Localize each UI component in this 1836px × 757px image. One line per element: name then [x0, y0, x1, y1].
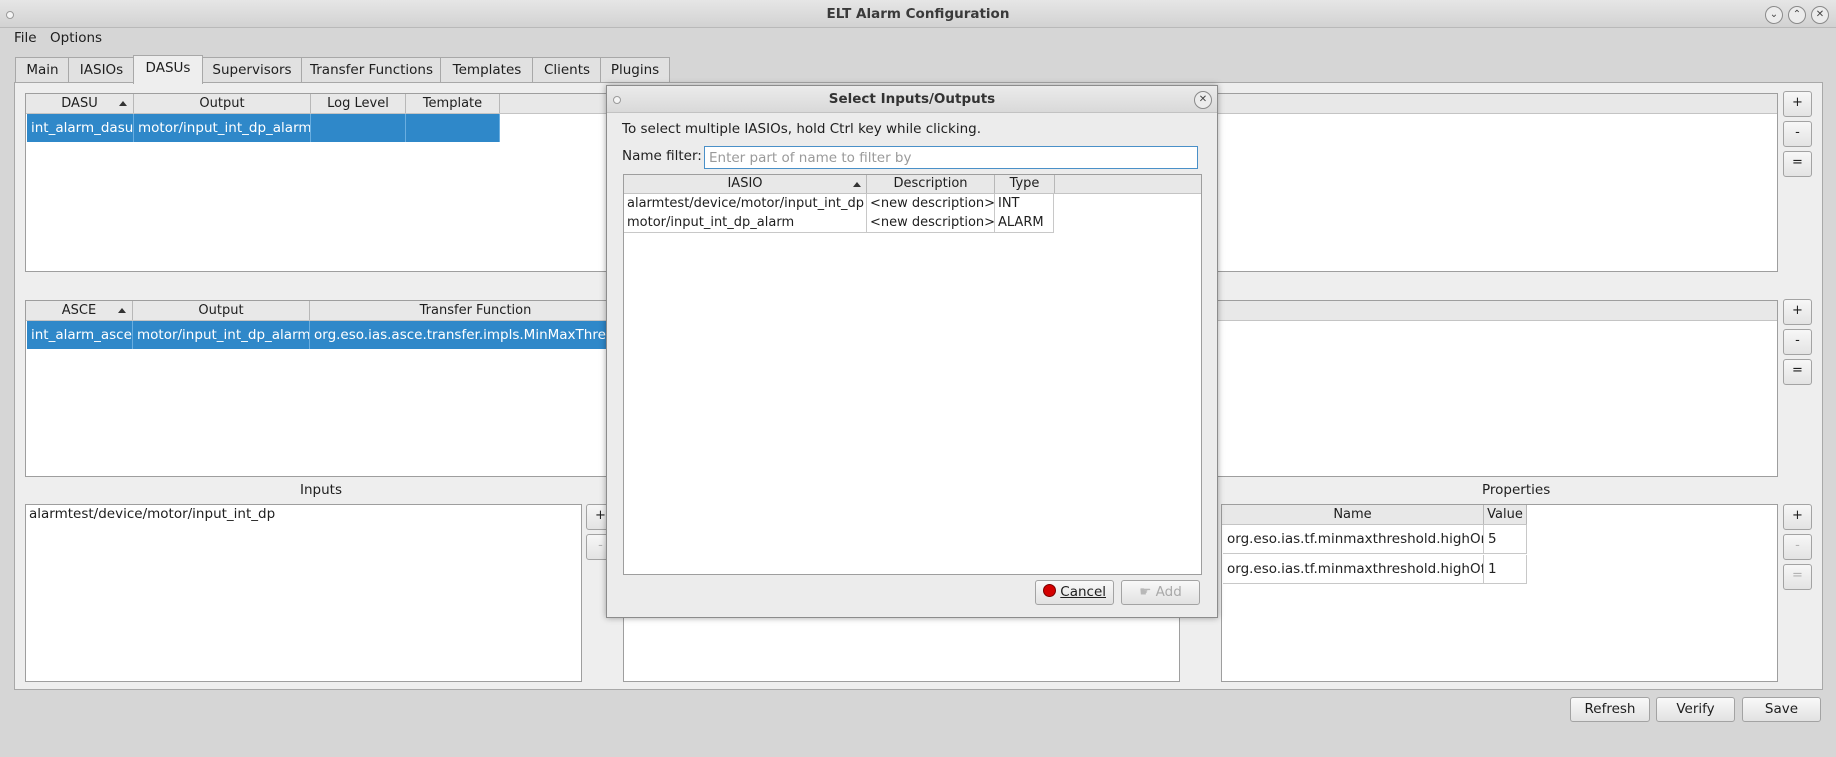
- table-row[interactable]: alarmtest/device/motor/input_int_dp <new…: [624, 194, 1054, 214]
- table-row[interactable]: int_alarm_dasu motor/input_int_dp_alarm: [27, 114, 500, 142]
- cancel-icon: [1042, 584, 1056, 597]
- col-header-output[interactable]: Output: [133, 301, 310, 320]
- edit-dasu-button[interactable]: =: [1783, 151, 1812, 177]
- edit-asce-button[interactable]: =: [1783, 359, 1812, 385]
- select-inputs-dialog: Select Inputs/Outputs ✕ To select multip…: [606, 85, 1218, 618]
- tab-clients[interactable]: Clients: [532, 57, 602, 83]
- sort-asc-icon: [118, 308, 126, 313]
- iasio-table-header: IASIO Description Type: [624, 175, 1201, 194]
- cell-dasu: int_alarm_dasu: [27, 114, 134, 142]
- dialog-title: Select Inputs/Outputs: [828, 91, 996, 107]
- property-name: org.eso.ias.tf.minmaxthreshold.highOff: [1223, 555, 1484, 584]
- tab-supervisors[interactable]: Supervisors: [201, 57, 303, 83]
- close-window-icon[interactable]: ✕: [1811, 6, 1829, 24]
- sort-asc-icon: [119, 101, 127, 106]
- inputs-list[interactable]: alarmtest/device/motor/input_int_dp: [25, 504, 582, 682]
- add-button[interactable]: ☛ Add: [1121, 580, 1200, 605]
- table-row[interactable]: motor/input_int_dp_alarm <new descriptio…: [624, 213, 1054, 233]
- add-asce-button[interactable]: +: [1783, 299, 1812, 325]
- col-header-output[interactable]: Output: [134, 94, 311, 113]
- cell-description: <new description>: [867, 194, 995, 213]
- table-row[interactable]: org.eso.ias.tf.minmaxthreshold.highOff 1: [1223, 555, 1527, 584]
- col-header-value[interactable]: Value: [1484, 505, 1527, 524]
- col-header-name[interactable]: Name: [1222, 505, 1484, 524]
- table-row[interactable]: org.eso.ias.tf.minmaxthreshold.highOn 5: [1223, 525, 1527, 554]
- table-row[interactable]: int_alarm_asce motor/input_int_dp_alarm …: [27, 321, 627, 349]
- sort-asc-icon: [853, 182, 861, 187]
- col-header-type[interactable]: Type: [995, 175, 1055, 193]
- menu-options[interactable]: Options: [50, 28, 102, 49]
- tab-dasus[interactable]: DASUs: [133, 55, 203, 84]
- tab-transfer-functions[interactable]: Transfer Functions: [301, 57, 442, 83]
- edit-property-button[interactable]: =: [1783, 564, 1812, 590]
- verify-button[interactable]: Verify: [1656, 697, 1735, 722]
- col-header-description[interactable]: Description: [867, 175, 995, 193]
- tab-iasios[interactable]: IASIOs: [68, 57, 135, 83]
- col-header-template[interactable]: Template: [406, 94, 500, 113]
- properties-table-header: Name Value: [1222, 505, 1527, 525]
- col-header-dasu[interactable]: DASU: [26, 94, 134, 113]
- refresh-button[interactable]: Refresh: [1570, 697, 1650, 722]
- cell-iasio: motor/input_int_dp_alarm: [624, 213, 867, 232]
- dialog-hint: To select multiple IASIOs, hold Ctrl key…: [622, 121, 982, 137]
- maximize-icon[interactable]: ⌃: [1788, 6, 1806, 24]
- menu-file[interactable]: File: [14, 28, 37, 49]
- cell-type: ALARM: [995, 213, 1054, 232]
- dialog-menu-dot-icon[interactable]: [613, 96, 621, 104]
- menu-bar: File Options: [0, 28, 1836, 49]
- iasio-table[interactable]: IASIO Description Type alarmtest/device/…: [623, 174, 1202, 575]
- property-name: org.eso.ias.tf.minmaxthreshold.highOn: [1223, 525, 1484, 554]
- cell-asce: int_alarm_asce: [27, 321, 133, 349]
- property-value: 1: [1484, 555, 1527, 584]
- cell-description: <new description>: [867, 213, 995, 232]
- minimize-icon[interactable]: ⌄: [1765, 6, 1783, 24]
- col-header-log-level[interactable]: Log Level: [311, 94, 406, 113]
- cell-transfer-function: org.eso.ias.asce.transfer.impls.MinMaxTh…: [314, 327, 627, 343]
- inputs-label: Inputs: [300, 482, 342, 498]
- tab-plugins[interactable]: Plugins: [600, 57, 670, 83]
- name-filter-input[interactable]: [704, 146, 1198, 169]
- cell-output: motor/input_int_dp_alarm: [134, 114, 311, 142]
- list-item[interactable]: alarmtest/device/motor/input_int_dp: [29, 506, 275, 522]
- cancel-button[interactable]: Cancel: [1035, 580, 1114, 605]
- col-header-iasio[interactable]: IASIO: [624, 175, 867, 193]
- save-button[interactable]: Save: [1742, 697, 1821, 722]
- add-dasu-button[interactable]: +: [1783, 91, 1812, 117]
- close-dialog-icon[interactable]: ✕: [1194, 91, 1212, 109]
- filter-label: Name filter:: [622, 148, 702, 164]
- remove-property-button[interactable]: -: [1783, 534, 1812, 560]
- window-title: ELT Alarm Configuration: [826, 6, 1010, 22]
- properties-table[interactable]: Name Value org.eso.ias.tf.minmaxthreshol…: [1221, 504, 1778, 682]
- remove-asce-button[interactable]: -: [1783, 329, 1812, 355]
- col-header-asce[interactable]: ASCE: [26, 301, 133, 320]
- add-hand-icon: ☛: [1139, 584, 1152, 600]
- col-header-transfer-function[interactable]: Transfer Function: [310, 301, 642, 320]
- window-titlebar: ELT Alarm Configuration ⌄ ⌃ ✕: [0, 0, 1836, 28]
- dialog-titlebar: Select Inputs/Outputs ✕: [607, 86, 1217, 113]
- tab-templates[interactable]: Templates: [440, 57, 534, 83]
- properties-label: Properties: [1482, 482, 1551, 498]
- tab-main[interactable]: Main: [15, 57, 70, 83]
- cell-log-level: [311, 114, 406, 142]
- cell-type: INT: [995, 194, 1054, 213]
- cell-output: motor/input_int_dp_alarm: [133, 321, 310, 349]
- remove-dasu-button[interactable]: -: [1783, 121, 1812, 147]
- cell-iasio: alarmtest/device/motor/input_int_dp: [624, 194, 867, 213]
- cell-template: [406, 114, 500, 142]
- add-property-button[interactable]: +: [1783, 504, 1812, 530]
- property-value: 5: [1484, 525, 1527, 554]
